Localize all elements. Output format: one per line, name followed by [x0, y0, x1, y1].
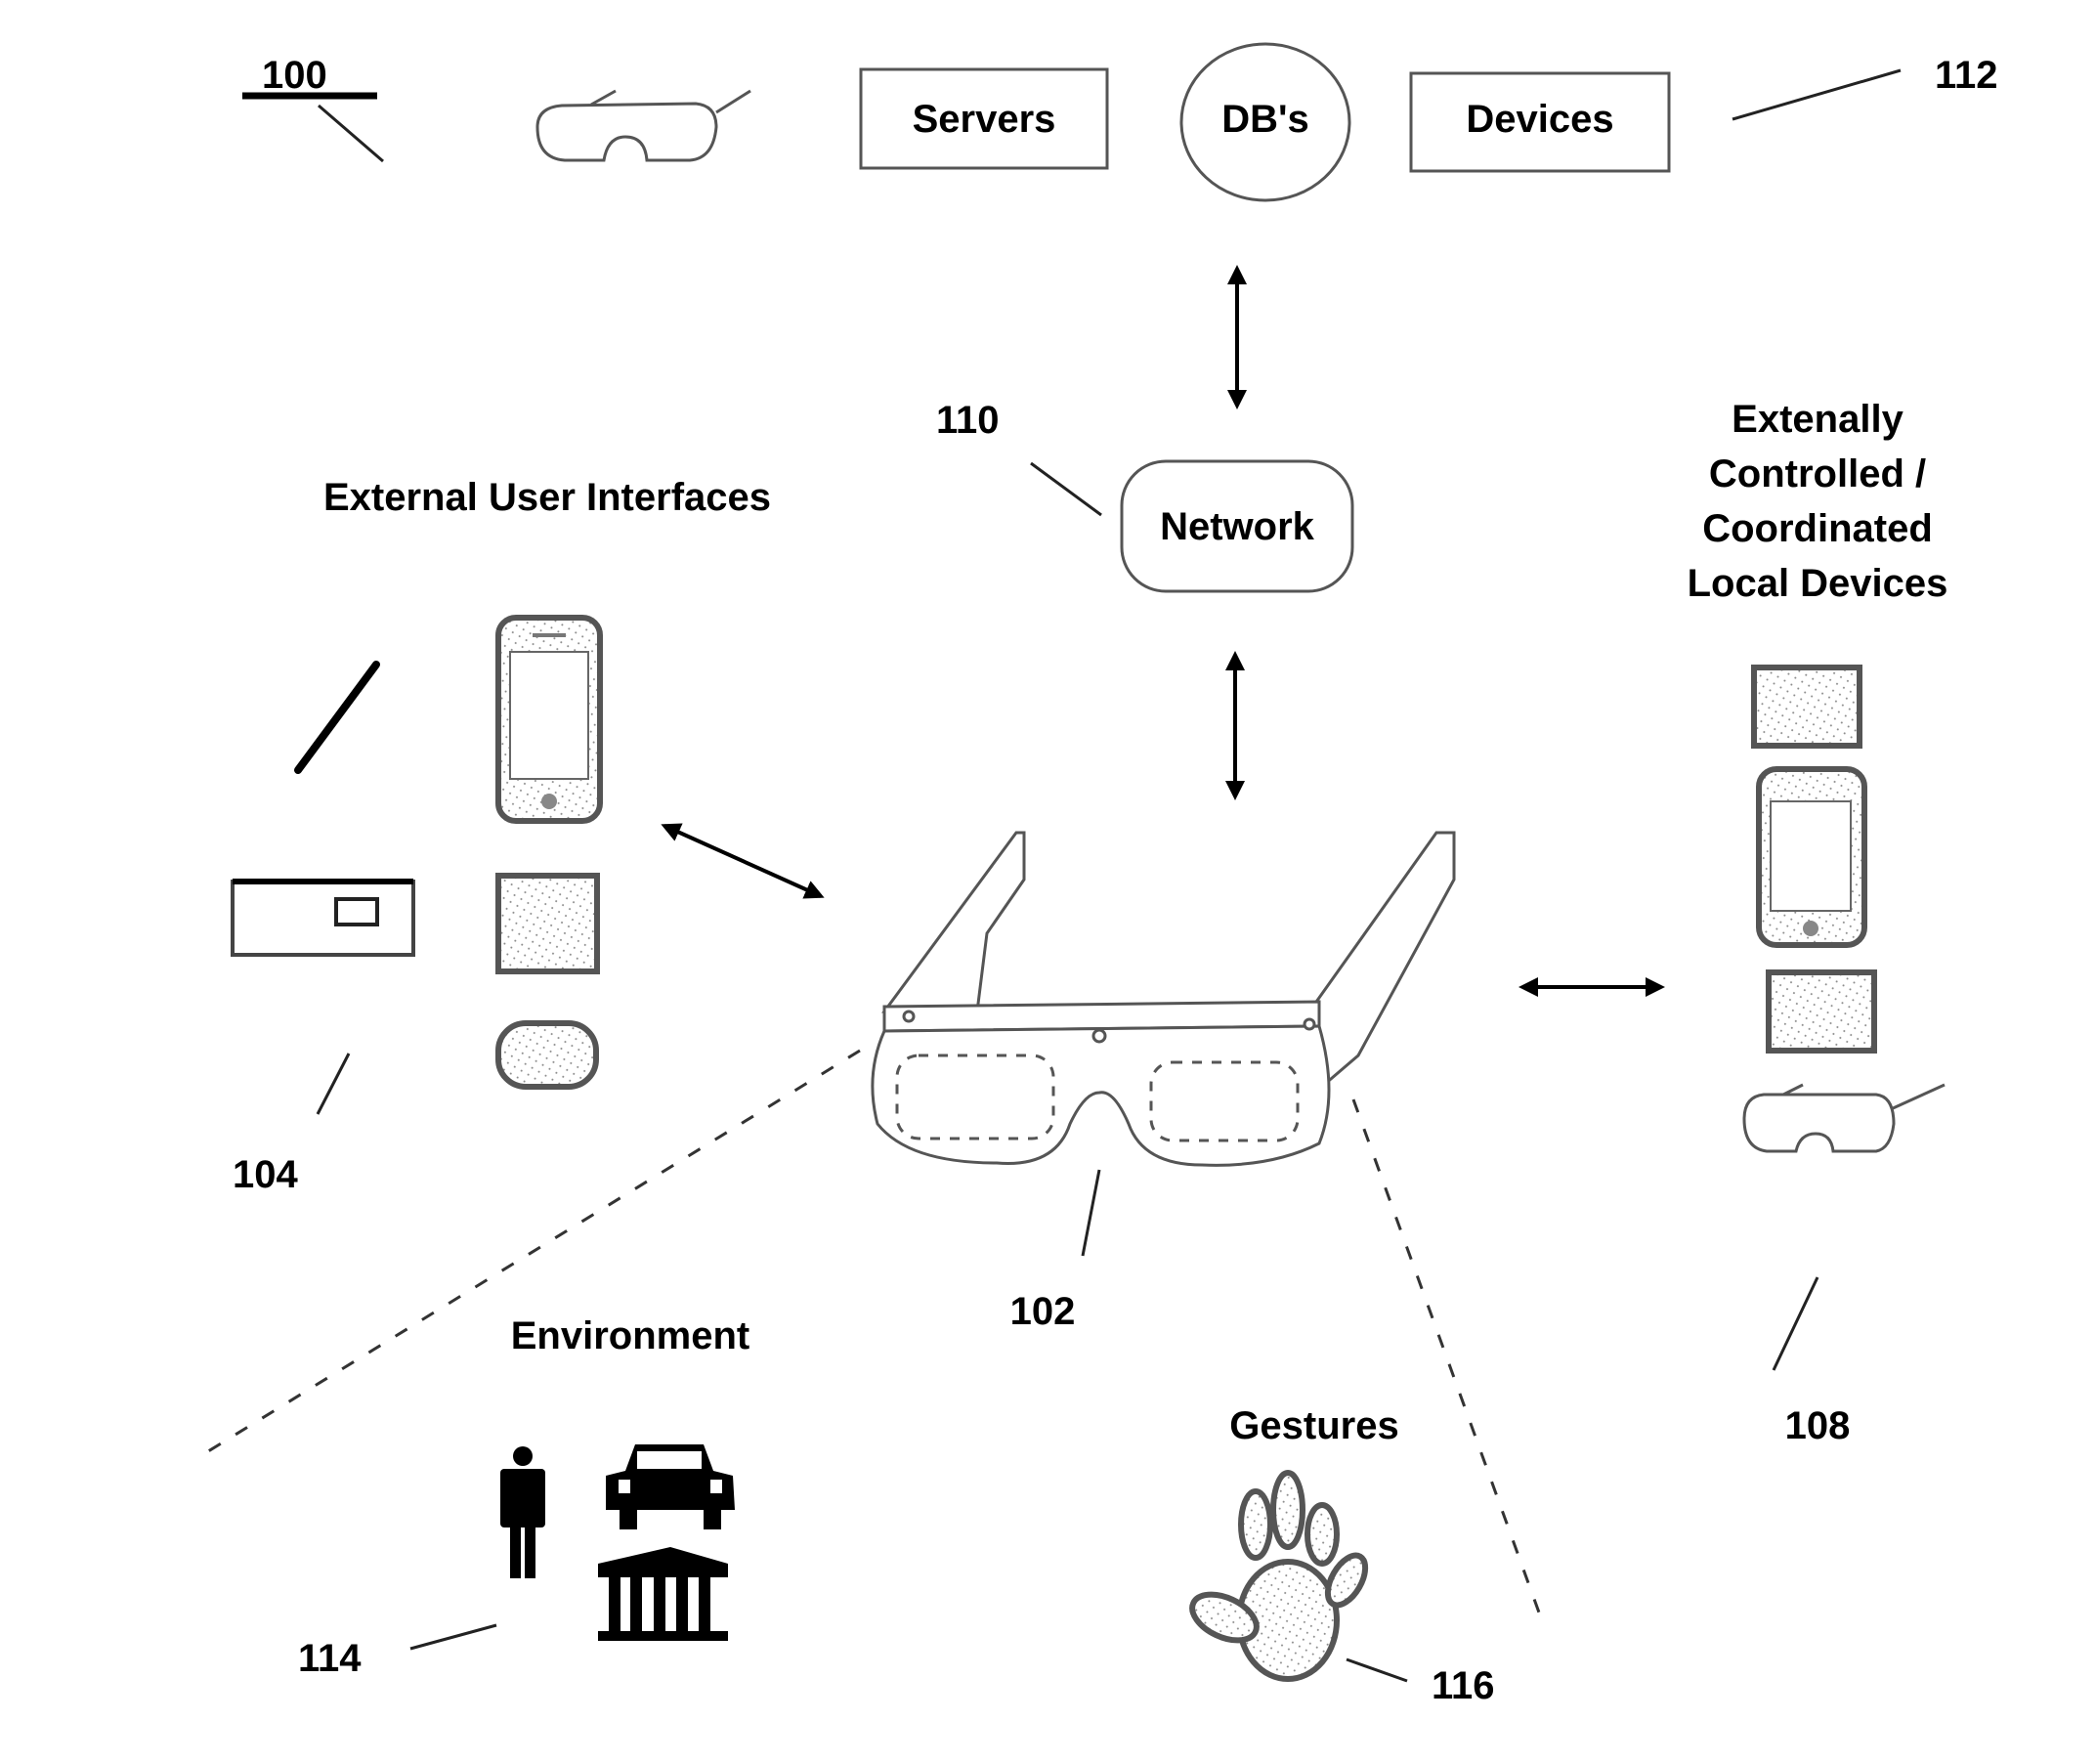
devices-box: Devices — [1409, 71, 1671, 173]
network-label: Network — [1160, 505, 1315, 548]
local-devices-title-line-2: Controlled / — [1709, 452, 1926, 495]
dbs-label: DB's — [1221, 98, 1309, 141]
figure-ref-leader — [318, 104, 384, 163]
arrow-ui-glasses — [661, 823, 825, 899]
person-icon — [500, 1446, 545, 1578]
devices-label: Devices — [1466, 98, 1613, 141]
ref-116-label: 116 — [1432, 1664, 1495, 1707]
figure-ref-100: 100 — [242, 54, 384, 163]
building-icon — [598, 1547, 728, 1641]
ref-104-leader — [316, 1053, 351, 1115]
tablet-icon — [495, 873, 600, 974]
ref-116-leader — [1346, 1657, 1408, 1683]
ref-110-leader — [1030, 461, 1102, 517]
gesture-sightline — [1351, 1098, 1541, 1613]
local-devices-title-line-4: Local Devices — [1688, 562, 1948, 605]
local-devices-title-line-3: Coordinated — [1702, 507, 1933, 550]
system-diagram: 100 Servers DB's Devices 112 110 Network — [199, 42, 1998, 1707]
hand-icon — [1189, 1470, 1369, 1682]
ref-114-leader — [409, 1623, 497, 1651]
small-glasses-icon — [535, 89, 751, 162]
stylus-icon — [294, 661, 380, 774]
servers-label: Servers — [913, 98, 1056, 141]
ref-102-leader — [1081, 1169, 1101, 1257]
local-devices-title: Extenally Controlled / Coordinated Local… — [1688, 398, 1948, 605]
gestures-title: Gestures — [1229, 1404, 1398, 1447]
ref-108-leader — [1772, 1276, 1819, 1371]
smart-glasses-icon — [871, 831, 1456, 1167]
local-display-icon — [1751, 665, 1862, 749]
servers-box: Servers — [859, 67, 1109, 170]
touchpad-icon — [495, 1020, 599, 1090]
ref-112: 112 — [1732, 54, 1998, 121]
local-glasses-icon — [1742, 1083, 1946, 1153]
ref-102-label: 102 — [1010, 1290, 1076, 1333]
ref-112-label: 112 — [1935, 54, 1998, 97]
local-tablet-icon — [1766, 969, 1877, 1054]
ref-104-label: 104 — [233, 1153, 298, 1196]
environment-title: Environment — [511, 1314, 749, 1357]
ref-114-label: 114 — [298, 1637, 362, 1680]
car-icon — [606, 1444, 735, 1529]
environment-sightline — [199, 1049, 861, 1458]
databases-ellipse: DB's — [1179, 42, 1351, 202]
external-ui-title: External User Interfaces — [323, 476, 771, 519]
ref-110-label: 110 — [936, 399, 1000, 442]
network-node: Network — [1120, 459, 1354, 593]
local-smartphone-icon — [1756, 766, 1867, 948]
local-devices-title-line-1: Extenally — [1732, 398, 1904, 441]
remote-control-icon — [231, 879, 415, 957]
smartphone-icon — [495, 615, 603, 824]
ref-108-label: 108 — [1785, 1404, 1851, 1447]
figure-ref-label: 100 — [262, 54, 327, 97]
